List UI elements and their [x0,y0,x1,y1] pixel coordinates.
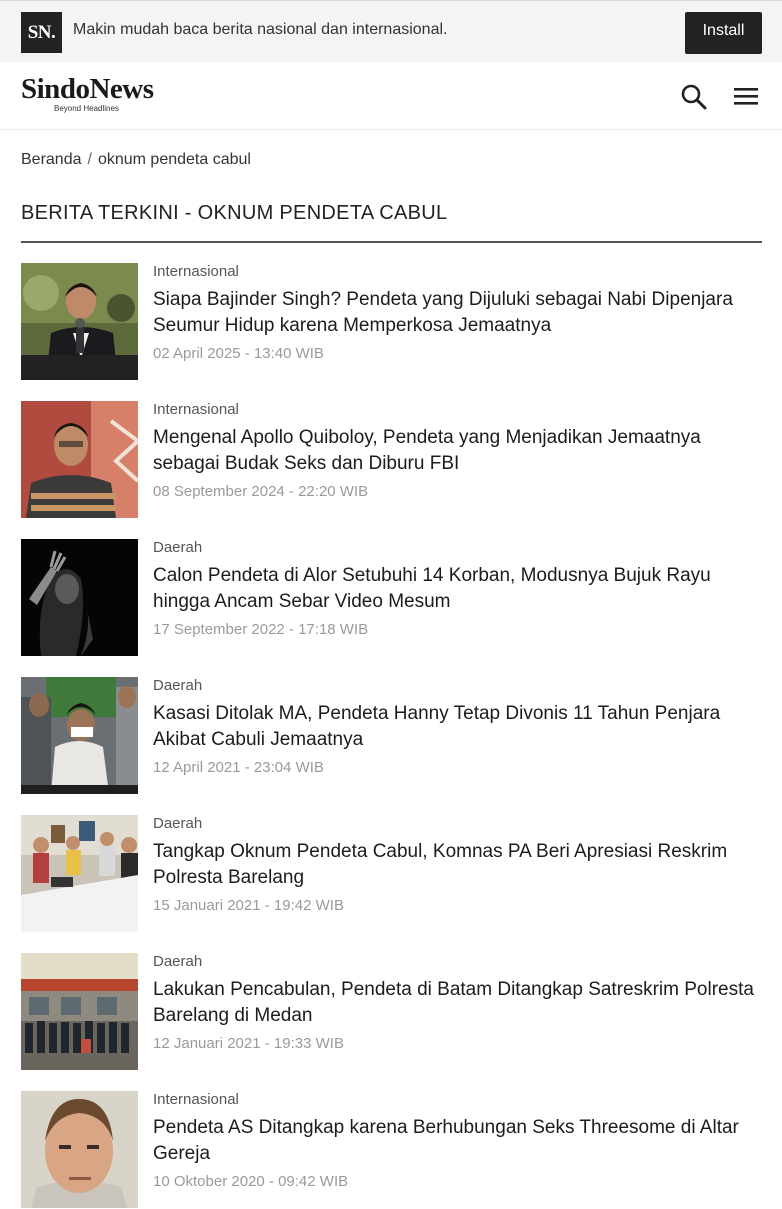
news-item[interactable]: Internasional Mengenal Apollo Quiboloy, … [21,401,762,519]
news-headline[interactable]: Tangkap Oknum Pendeta Cabul, Komnas PA B… [153,839,763,891]
news-date: 12 Januari 2021 - 19:33 WIB [153,1035,344,1052]
news-category[interactable]: Daerah [153,677,202,694]
news-category[interactable]: Internasional [153,1091,239,1108]
sindonews-logo[interactable]: SindoNews Beyond Headlines [21,74,154,113]
news-headline[interactable]: Calon Pendeta di Alor Setubuhi 14 Korban… [153,563,763,615]
news-headline[interactable]: Kasasi Ditolak MA, Pendeta Hanny Tetap D… [153,701,763,753]
news-headline[interactable]: Lakukan Pencabulan, Pendeta di Batam Dit… [153,977,763,1029]
news-category[interactable]: Internasional [153,401,239,418]
news-headline[interactable]: Mengenal Apollo Quiboloy, Pendeta yang M… [153,425,763,477]
breadcrumb: Beranda / oknum pendeta cabul [21,151,251,169]
install-button[interactable]: Install [685,12,762,54]
brand-tagline: Beyond Headlines [54,104,119,113]
news-thumbnail[interactable] [21,1091,138,1208]
news-item[interactable]: Daerah Lakukan Pencabulan, Pendeta di Ba… [21,953,762,1071]
news-item[interactable]: Daerah Kasasi Ditolak MA, Pendeta Hanny … [21,677,762,795]
news-thumbnail[interactable] [21,677,138,794]
news-thumbnail[interactable] [21,539,138,656]
breadcrumb-separator: / [87,151,92,168]
breadcrumb-current: oknum pendeta cabul [97,151,251,168]
news-item[interactable]: Daerah Calon Pendeta di Alor Setubuhi 14… [21,539,762,657]
news-date: 10 Oktober 2020 - 09:42 WIB [153,1173,349,1190]
news-thumbnail[interactable] [21,401,138,518]
news-date: 15 Januari 2021 - 19:42 WIB [153,897,344,914]
sn-logo: SN. [21,12,62,53]
hamburger-menu-icon[interactable] [731,82,761,112]
app-install-banner: SN. Makin mudah baca berita nasional dan… [0,0,782,62]
news-category[interactable]: Daerah [153,815,202,832]
news-item[interactable]: Internasional Pendeta AS Ditangkap karen… [21,1091,762,1209]
banner-text: Makin mudah baca berita nasional dan int… [73,21,448,38]
news-headline[interactable]: Pendeta AS Ditangkap karena Berhubungan … [153,1115,763,1167]
news-date: 02 April 2025 - 13:40 WIB [153,345,324,362]
breadcrumb-home-link[interactable]: Beranda [21,151,82,168]
site-header: SindoNews Beyond Headlines [0,62,782,130]
news-headline[interactable]: Siapa Bajinder Singh? Pendeta yang Dijul… [153,287,763,339]
section-title: BERITA TERKINI - OKNUM PENDETA CABUL [21,202,448,224]
news-date: 12 April 2021 - 23:04 WIB [153,759,324,776]
search-icon[interactable] [679,82,709,112]
brand-name: SindoNews [21,73,154,105]
news-item[interactable]: Daerah Tangkap Oknum Pendeta Cabul, Komn… [21,815,762,933]
news-date: 17 September 2022 - 17:18 WIB [153,621,369,638]
news-thumbnail[interactable] [21,263,138,380]
news-thumbnail[interactable] [21,953,138,1070]
news-date: 08 September 2024 - 22:20 WIB [153,483,369,500]
news-item[interactable]: Internasional Siapa Bajinder Singh? Pend… [21,263,762,381]
section-divider [21,241,762,243]
news-thumbnail[interactable] [21,815,138,932]
news-category[interactable]: Internasional [153,263,239,280]
news-category[interactable]: Daerah [153,953,202,970]
news-category[interactable]: Daerah [153,539,202,556]
